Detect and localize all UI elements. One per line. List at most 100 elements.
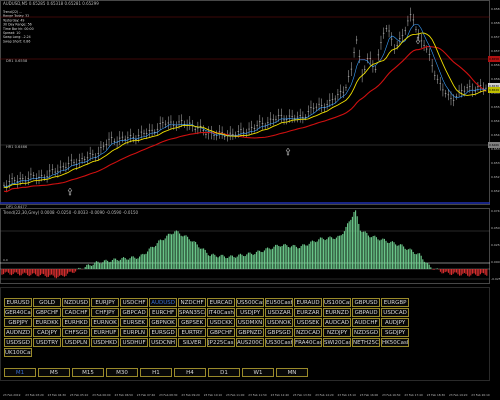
oscillator-axis-label: -0.0250: [491, 277, 500, 281]
oscillator-axis-label: 0.0250: [491, 243, 500, 247]
symbol-button-it40cash[interactable]: IT40Cash: [207, 308, 236, 317]
symbol-button-eurdkk[interactable]: EURDKK: [33, 318, 62, 327]
symbol-button-gbpaud[interactable]: GBPAUD: [352, 308, 381, 317]
price-axis-label: 0.6565: [491, 63, 500, 67]
symbol-button-usdjpy[interactable]: USDJPY: [236, 308, 265, 317]
symbol-button-eursgd[interactable]: EURSGD: [149, 328, 178, 337]
symbol-button-usdcnh[interactable]: USDCNH: [149, 338, 178, 347]
time-axis-label: 23 Feb 18:30: [427, 393, 446, 397]
symbol-button-audcad[interactable]: AUDCAD: [323, 318, 352, 327]
timeframe-button-h1[interactable]: H1: [140, 368, 172, 377]
symbol-button-gold[interactable]: GOLD: [33, 298, 62, 307]
time-axis-label: 23 Feb 08:30: [159, 393, 178, 397]
timeframe-button-m15[interactable]: M15: [72, 368, 104, 377]
symbol-button-hk50cash[interactable]: HK50Cash: [381, 338, 410, 347]
main-chart-title: AUDUSD,M5 0.65285 0.65318 0.65281 0.6529…: [3, 1, 99, 6]
symbol-button-eurcad[interactable]: EURCAD: [207, 298, 236, 307]
symbol-button-usdpln[interactable]: USDPLN: [62, 338, 91, 347]
symbol-button-silver[interactable]: SILVER: [178, 338, 207, 347]
symbol-button-usdsek[interactable]: USDSEK: [294, 318, 323, 327]
symbol-button-chfsgd[interactable]: CHFSGD: [62, 328, 91, 337]
symbol-button-audchf[interactable]: AUDCHF: [352, 318, 381, 327]
symbol-button-chfjpy[interactable]: CHFJPY: [91, 308, 120, 317]
timeframe-button-d1[interactable]: D1: [208, 368, 240, 377]
symbol-button-us100cash[interactable]: US100Cash: [323, 298, 352, 307]
symbol-button-ger40cash[interactable]: GER40Cash: [4, 308, 33, 317]
timeframe-button-m1[interactable]: M1: [4, 368, 36, 377]
symbol-button-swi20cash[interactable]: SWI20Cash: [323, 338, 352, 347]
symbol-button-eurtry[interactable]: EURTRY: [178, 328, 207, 337]
symbol-button-audjpy[interactable]: AUDJPY: [381, 318, 410, 327]
symbol-button-eurhkd[interactable]: EURHKD: [62, 318, 91, 327]
symbol-button-neth25cash[interactable]: NETH25Cash: [352, 338, 381, 347]
oscillator-zero-label: 0.0: [3, 258, 8, 262]
symbol-button-gbpsgd[interactable]: GBPSGD: [265, 328, 294, 337]
symbol-button-nzdusd[interactable]: NZDUSD: [62, 298, 91, 307]
time-axis-label: 23 Feb 11:00: [226, 393, 245, 397]
symbol-button-eurjpy[interactable]: EURJPY: [91, 298, 120, 307]
symbol-button-eurzar[interactable]: EURZAR: [294, 308, 323, 317]
symbol-button-eurhuf[interactable]: EURHUF: [91, 328, 120, 337]
symbol-button-usdtry[interactable]: USDTRY: [33, 338, 62, 347]
symbol-button-usdhuf[interactable]: USDHUF: [120, 338, 149, 347]
symbol-button-nzdcad[interactable]: NZDCAD: [294, 328, 323, 337]
timeframe-button-w1[interactable]: W1: [242, 368, 274, 377]
time-axis-label: 23 Feb 2019: [3, 393, 21, 397]
symbol-button-jp225cash[interactable]: JP225Cash: [207, 338, 236, 347]
oscillator-title: Trend(22,30,Grey) 0.0008 -0.0250 -0.0033…: [2, 210, 139, 215]
symbol-button-us500cash[interactable]: US500Cash: [236, 298, 265, 307]
oscillator-axis-label: 0.0000: [491, 260, 500, 264]
timeframe-button-h4[interactable]: H4: [174, 368, 206, 377]
symbol-button-aus200cash[interactable]: AUS200Cash: [236, 338, 265, 347]
symbol-button-sgdjpy[interactable]: SGDJPY: [381, 328, 410, 337]
symbol-button-gbpjpy[interactable]: GBPJPY: [4, 318, 33, 327]
symbol-button-us30cash[interactable]: US30Cash: [265, 338, 294, 347]
symbol-button-gbpusd[interactable]: GBPUSD: [352, 298, 381, 307]
symbol-button-usdzar[interactable]: USDZAR: [265, 308, 294, 317]
symbol-button-gbpchf[interactable]: GBPCHF: [207, 328, 236, 337]
symbol-button-span35cash[interactable]: SPAN35Cash: [178, 308, 207, 317]
symbol-button-usdchf[interactable]: USDCHF: [120, 298, 149, 307]
symbol-button-eurusd[interactable]: EURUSD: [4, 298, 33, 307]
symbol-button-eurchf[interactable]: EURCHF: [149, 308, 178, 317]
symbol-button-usdmxn[interactable]: USDMXN: [236, 318, 265, 327]
symbol-button-gbpnok[interactable]: GBPNOK: [149, 318, 178, 327]
time-axis-label: 23 Feb 07:40: [137, 393, 156, 397]
timeframe-button-m30[interactable]: M30: [106, 368, 138, 377]
info-panel-line: Swap Short: 0.86: [3, 39, 30, 43]
symbol-button-fra40cash[interactable]: FRA40Cash: [294, 338, 323, 347]
time-axis-label: 23 Feb 13:30: [293, 393, 312, 397]
symbol-button-eu50cash[interactable]: EU50Cash: [265, 298, 294, 307]
symbol-button-gbpcad[interactable]: GBPCAD: [120, 308, 149, 317]
oscillator-axis-label: 0.0500: [491, 226, 500, 230]
timeframe-button-m5[interactable]: M5: [38, 368, 70, 377]
symbol-button-usdnok[interactable]: USDNOK: [265, 318, 294, 327]
symbol-button-eurpln[interactable]: EURPLN: [120, 328, 149, 337]
symbol-button-nzdjpy[interactable]: NZDJPY: [323, 328, 352, 337]
symbol-button-cadchf[interactable]: CADCHF: [62, 308, 91, 317]
symbol-button-gbpsek[interactable]: GBPSEK: [178, 318, 207, 327]
symbol-button-usdcad[interactable]: USDCAD: [381, 308, 410, 317]
symbol-button-usdckk[interactable]: USDCKK: [207, 318, 236, 327]
symbol-button-gbpchf[interactable]: GBPCHF: [33, 308, 62, 317]
symbol-button-nzdsgd[interactable]: NZDSGD: [352, 328, 381, 337]
symbol-button-euraud[interactable]: EURAUD: [294, 298, 323, 307]
symbol-button-nzdchf[interactable]: NZDCHF: [178, 298, 207, 307]
time-axis-label: 23 Feb 09:20: [181, 393, 200, 397]
symbol-button-eursek[interactable]: EURSEK: [120, 318, 149, 327]
symbol-button-eurnok[interactable]: EURNOK: [91, 318, 120, 327]
price-axis-label: 0.6545: [491, 119, 500, 123]
timeframe-button-mn[interactable]: MN: [276, 368, 308, 377]
symbol-button-eurnzd[interactable]: EURNZD: [323, 308, 352, 317]
symbol-button-audusd[interactable]: AUDUSD: [149, 298, 178, 307]
price-axis-label: 0.6570: [491, 49, 500, 53]
symbol-button-uk100cash[interactable]: UK100Cash: [4, 348, 33, 357]
level-label-dp1: DP1 0.6477: [6, 205, 27, 209]
price-axis-label: 0.6580: [491, 21, 500, 25]
symbol-button-gbpnzd[interactable]: GBPNZD: [236, 328, 265, 337]
symbol-button-eurgbp[interactable]: EURGBP: [381, 298, 410, 307]
symbol-button-usdhkd[interactable]: USDHKD: [91, 338, 120, 347]
symbol-button-usdsgd[interactable]: USDSGD: [4, 338, 33, 347]
symbol-button-audnzd[interactable]: AUDNZD: [4, 328, 33, 337]
symbol-button-cadjpy[interactable]: CADJPY: [33, 328, 62, 337]
